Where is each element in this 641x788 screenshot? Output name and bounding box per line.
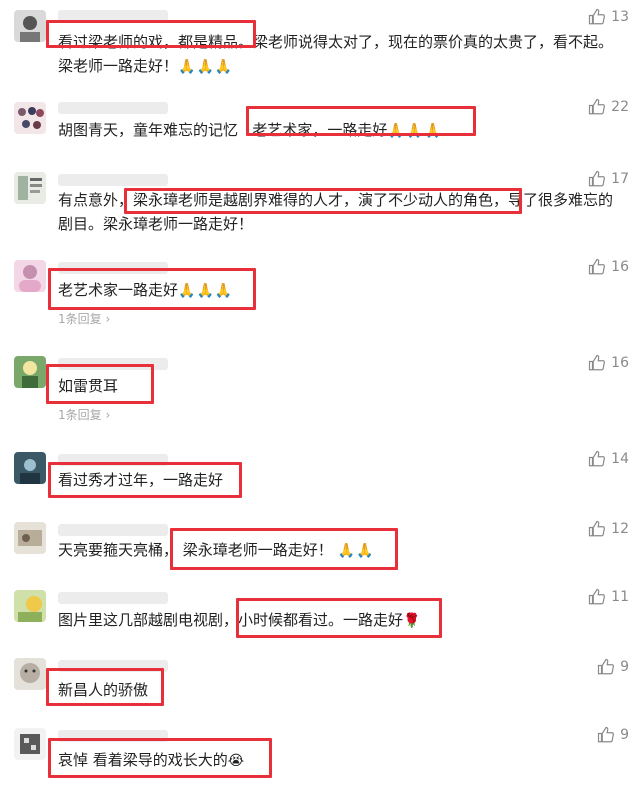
avatar[interactable] [14, 172, 46, 204]
comment-item: 13 看过梁老师的戏，都是精品。梁老师说得太对了，现在的票价真的太贵了，看不起。… [0, 0, 641, 88]
reply-link[interactable]: 1条回复 › [58, 310, 110, 327]
like-count: 9 [620, 727, 629, 743]
avatar[interactable] [14, 10, 46, 42]
comment-item: 22 胡图青天，童年难忘的记忆 老艺术家，一路走好🙏🙏🙏 [0, 88, 641, 168]
highlight-box [236, 598, 442, 638]
highlight-box [48, 268, 256, 310]
like-button[interactable]: 9 [597, 726, 629, 744]
like-button[interactable]: 14 [588, 450, 629, 468]
like-button[interactable]: 11 [588, 588, 629, 606]
username-blurred [58, 592, 168, 604]
like-count: 12 [611, 521, 629, 537]
thumbs-up-icon [589, 520, 606, 537]
avatar[interactable] [14, 102, 46, 134]
highlight-box [246, 106, 476, 136]
like-count: 14 [611, 451, 629, 467]
comment-item: 9 新昌人的骄傲 [0, 652, 641, 720]
highlight-box [170, 528, 398, 570]
highlight-box [46, 668, 164, 706]
like-button[interactable]: 22 [588, 98, 629, 116]
thumbs-up-icon [589, 588, 606, 605]
like-button[interactable]: 13 [588, 8, 629, 26]
like-button[interactable]: 9 [597, 658, 629, 676]
reply-link[interactable]: 1条回复 › [58, 406, 110, 423]
comment-item: 16 老艺术家一路走好🙏🙏🙏 1条回复 › [0, 248, 641, 340]
comment-item: 9 哀悼 看着梁导的戏长大的😭 [0, 720, 641, 788]
avatar[interactable] [14, 356, 46, 388]
thumbs-up-icon [589, 170, 606, 187]
like-button[interactable]: 17 [588, 170, 629, 188]
like-button[interactable]: 16 [588, 354, 629, 372]
username-blurred [58, 174, 168, 186]
avatar[interactable] [14, 658, 46, 690]
like-count: 9 [620, 659, 629, 675]
thumbs-up-icon [597, 658, 615, 675]
like-count: 13 [611, 9, 629, 25]
avatar[interactable] [14, 452, 46, 484]
avatar[interactable] [14, 522, 46, 554]
comment-item: 14 看过秀才过年，一路走好 [0, 440, 641, 516]
highlight-box [48, 462, 242, 498]
comment-item: 16 如雷贯耳 1条回复 › [0, 340, 641, 440]
avatar[interactable] [14, 728, 46, 760]
avatar[interactable] [14, 260, 46, 292]
like-count: 16 [611, 355, 629, 371]
like-button[interactable]: 12 [588, 520, 629, 538]
like-count: 17 [611, 171, 629, 187]
username-blurred [58, 102, 168, 114]
highlight-box [124, 188, 522, 214]
comment-item: 17 有点意外，梁永璋老师是越剧界难得的人才，演了不少动人的角色，导了很多难忘的… [0, 168, 641, 248]
thumbs-up-icon [589, 8, 606, 25]
comment-item: 11 图片里这几部越剧电视剧，小时候都看过。一路走好🌹 [0, 584, 641, 652]
thumbs-up-icon [597, 726, 615, 743]
like-button[interactable]: 16 [588, 258, 629, 276]
highlight-box [46, 364, 154, 404]
avatar[interactable] [14, 590, 46, 622]
like-count: 22 [611, 99, 629, 115]
like-count: 11 [611, 589, 629, 605]
thumbs-up-icon [589, 354, 606, 371]
like-count: 16 [611, 259, 629, 275]
highlight-box [48, 738, 272, 778]
username-blurred [58, 524, 168, 536]
thumbs-up-icon [589, 98, 606, 115]
thumbs-up-icon [589, 258, 606, 275]
highlight-box [46, 20, 256, 48]
comment-item: 12 天亮要箍天亮桶， 梁永璋老师一路走好！ 🙏🙏 [0, 516, 641, 584]
thumbs-up-icon [589, 450, 606, 467]
